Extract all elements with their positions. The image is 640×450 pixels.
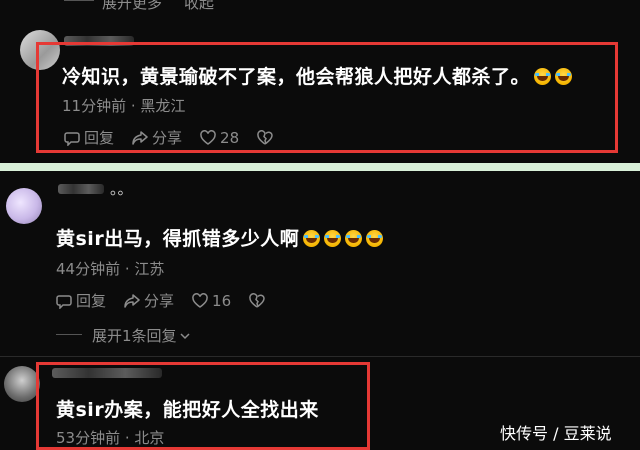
like-count: 16	[212, 291, 232, 310]
laugh-cry-emoji	[303, 230, 321, 247]
chevron-down-icon	[180, 332, 190, 339]
like-button[interactable]: 28	[200, 127, 239, 148]
divider-line	[64, 0, 94, 1]
comment-time: 44分钟前	[56, 260, 121, 278]
action-bar: 回复 分享 16	[56, 290, 265, 311]
comment-meta: 53分钟前 · 北京	[56, 429, 165, 447]
divider-line	[56, 334, 82, 335]
share-button[interactable]: 分享	[132, 127, 182, 148]
comment-text: 冷知识，黄景瑜破不了案，他会帮狼人把好人都杀了。	[62, 62, 573, 89]
top-row: 展开更多 收起	[64, 0, 214, 13]
comment-meta: 44分钟前 · 江苏	[56, 260, 165, 278]
laugh-cry-emoji	[555, 68, 573, 85]
laugh-cry-emoji	[366, 230, 384, 247]
comment-location: 江苏	[134, 260, 165, 278]
comment-time: 11分钟前	[62, 97, 127, 115]
laugh-cry-emoji	[345, 230, 363, 247]
laugh-cry-emoji	[534, 68, 552, 85]
username-suffix: 。。	[110, 180, 133, 198]
username[interactable]: 。。	[58, 178, 133, 199]
comment-text: 黄sir办案，能把好人全找出来	[56, 399, 319, 421]
comment-time: 53分钟前	[56, 429, 121, 447]
comment-location: 北京	[134, 429, 165, 447]
reply-label: 回复	[84, 129, 115, 147]
comment-body: 冷知识，黄景瑜破不了案，他会帮狼人把好人都杀了。	[62, 66, 531, 88]
heart-icon	[192, 292, 208, 308]
broken-heart-icon	[257, 129, 273, 145]
expand-more-link[interactable]: 展开更多	[102, 0, 162, 13]
watermark: 快传号 / 豆莱说	[500, 424, 612, 443]
broken-heart-icon	[249, 292, 265, 308]
image-divider	[0, 163, 640, 171]
expand-replies-label: 展开1条回复	[92, 327, 177, 345]
share-label: 分享	[152, 129, 183, 147]
like-count: 28	[220, 128, 240, 147]
reply-icon	[56, 294, 72, 309]
like-button[interactable]: 16	[192, 290, 231, 311]
collapse-link[interactable]: 收起	[184, 0, 214, 13]
username-blurred	[58, 183, 104, 194]
share-icon	[124, 293, 140, 308]
dislike-button[interactable]	[249, 290, 265, 311]
avatar[interactable]	[6, 188, 42, 224]
laugh-cry-emoji	[324, 230, 342, 247]
reply-label: 回复	[76, 292, 107, 310]
comment-location: 黑龙江	[140, 97, 186, 115]
avatar[interactable]	[4, 366, 40, 402]
comment-text: 黄sir出马，得抓错多少人啊	[56, 224, 384, 251]
reply-button[interactable]: 回复	[64, 127, 114, 148]
share-label: 分享	[144, 292, 175, 310]
action-bar: 回复 分享 28	[64, 127, 273, 148]
share-icon	[132, 130, 148, 145]
separator	[0, 356, 640, 357]
heart-icon	[200, 129, 216, 145]
dislike-button[interactable]	[257, 127, 273, 148]
comment-meta: 11分钟前 · 黑龙江	[62, 97, 186, 115]
comment-body: 黄sir出马，得抓错多少人啊	[56, 228, 300, 250]
expand-replies-link[interactable]: 展开1条回复	[92, 325, 191, 346]
reply-icon	[64, 131, 80, 146]
share-button[interactable]: 分享	[124, 290, 174, 311]
reply-button[interactable]: 回复	[56, 290, 106, 311]
